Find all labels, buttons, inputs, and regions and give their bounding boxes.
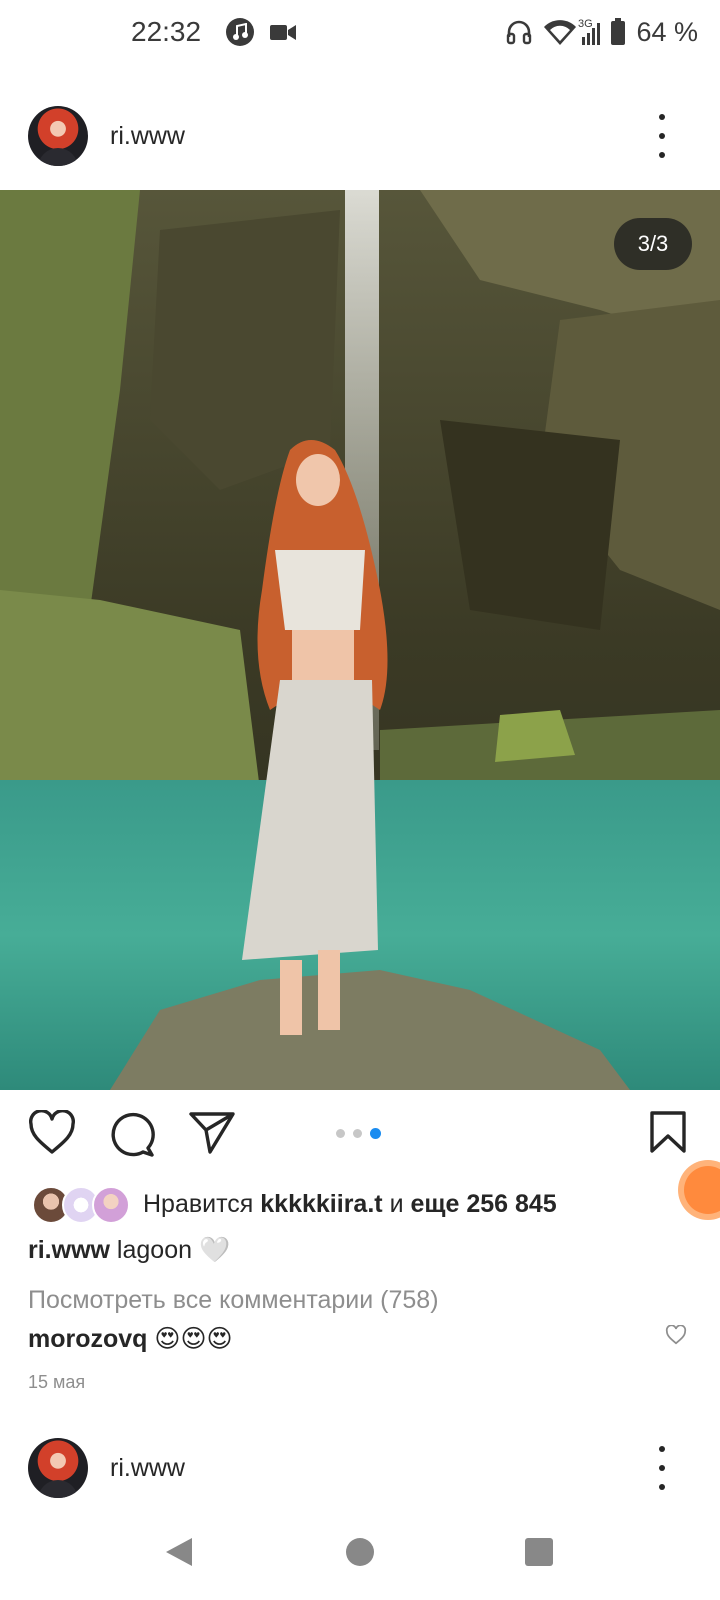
comment-text: 😍😍😍 bbox=[154, 1325, 233, 1353]
carousel-dot bbox=[353, 1129, 362, 1138]
post-header: ri.www bbox=[0, 96, 720, 176]
battery-percentage: 64 % bbox=[636, 16, 698, 47]
top-comment: morozovq 😍😍😍 bbox=[28, 1324, 233, 1354]
caption-username[interactable]: ri.www bbox=[28, 1236, 110, 1264]
back-icon[interactable] bbox=[164, 1536, 194, 1568]
caption-text: lagoon 🤍 bbox=[116, 1236, 231, 1264]
view-all-comments-link[interactable]: Посмотреть все комментарии (758) bbox=[28, 1286, 439, 1315]
avatar[interactable] bbox=[28, 1438, 88, 1498]
headphones-icon bbox=[507, 20, 532, 45]
video-camera-icon bbox=[270, 25, 296, 40]
status-time: 22:32 bbox=[131, 16, 202, 47]
dot-icon bbox=[659, 133, 665, 139]
post-caption: ri.www lagoon 🤍 bbox=[28, 1236, 230, 1265]
dot-icon bbox=[659, 152, 665, 158]
comment-username[interactable]: morozovq bbox=[28, 1325, 147, 1353]
dot-icon bbox=[659, 1446, 665, 1452]
recents-button[interactable] bbox=[525, 1538, 553, 1566]
more-options-button[interactable] bbox=[655, 114, 669, 158]
liker-avatar bbox=[92, 1186, 130, 1224]
system-nav-bar bbox=[0, 1520, 720, 1600]
home-button[interactable] bbox=[346, 1538, 374, 1566]
wifi-icon: 3G bbox=[544, 18, 601, 45]
carousel-indicator bbox=[336, 1128, 381, 1139]
post-date: 15 мая bbox=[28, 1372, 86, 1392]
bookmark-icon[interactable] bbox=[648, 1110, 688, 1154]
likes-prefix: Нравится bbox=[143, 1190, 254, 1218]
battery-icon bbox=[611, 18, 626, 45]
dot-icon bbox=[659, 114, 665, 120]
next-post-header: ri.www bbox=[0, 1428, 720, 1508]
dot-icon bbox=[659, 1465, 665, 1471]
next-post-username[interactable]: ri.www bbox=[110, 1454, 185, 1483]
comment-icon[interactable] bbox=[108, 1110, 156, 1158]
status-bar: 22:32 3G 64 % bbox=[0, 0, 720, 66]
post-actions bbox=[0, 1110, 720, 1160]
likes-text: Нравится kkkkkiira.t и еще 256 845 bbox=[143, 1190, 557, 1219]
photo-scene bbox=[0, 190, 720, 1090]
liker-avatars bbox=[32, 1186, 132, 1224]
network-label: 3G bbox=[578, 18, 593, 30]
more-options-button[interactable] bbox=[655, 1446, 669, 1490]
status-right-group: 3G 64 % bbox=[506, 14, 698, 50]
share-icon[interactable] bbox=[188, 1110, 236, 1156]
carousel-dot bbox=[336, 1129, 345, 1138]
liked-by-username[interactable]: kkkkkiira.t bbox=[260, 1190, 382, 1218]
dot-icon bbox=[659, 1484, 665, 1490]
post-username[interactable]: ri.www bbox=[110, 122, 185, 151]
likes-others[interactable]: еще 256 845 bbox=[410, 1190, 556, 1218]
music-icon bbox=[226, 18, 254, 46]
avatar[interactable] bbox=[28, 106, 88, 166]
post-photo[interactable]: 3/3 bbox=[0, 190, 720, 1090]
likes-connector: и bbox=[389, 1190, 404, 1218]
carousel-dot-active bbox=[370, 1128, 381, 1139]
comment-like-heart-icon[interactable] bbox=[665, 1325, 687, 1345]
heart-icon[interactable] bbox=[28, 1110, 76, 1156]
image-counter-badge: 3/3 bbox=[614, 218, 692, 270]
likes-row[interactable]: Нравится kkkkkiira.t и еще 256 845 bbox=[0, 1182, 720, 1226]
